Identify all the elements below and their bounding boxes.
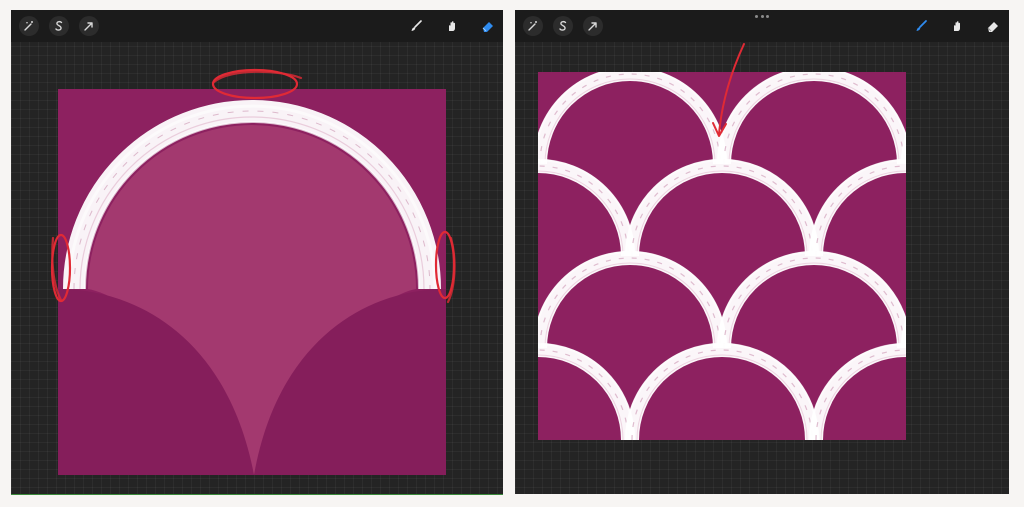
top-toolbar — [11, 10, 503, 42]
procreate-canvas-panel-right — [515, 10, 1009, 494]
transform-arrow-icon[interactable] — [79, 16, 99, 36]
brush-icon[interactable] — [406, 16, 426, 36]
procreate-canvas-panel-left — [11, 10, 503, 495]
smudge-icon[interactable] — [442, 16, 462, 36]
eraser-icon[interactable] — [478, 16, 498, 36]
artwork-canvas[interactable] — [58, 89, 446, 475]
scale-pattern-artwork — [58, 89, 446, 475]
scale-pattern-artwork — [538, 72, 906, 440]
magic-wand-icon[interactable] — [19, 16, 39, 36]
selection-s-icon[interactable] — [49, 16, 69, 36]
brush-icon[interactable] — [911, 16, 931, 36]
more-dots-icon[interactable] — [755, 12, 769, 20]
top-toolbar — [515, 10, 1009, 42]
smudge-icon[interactable] — [947, 16, 967, 36]
magic-wand-icon[interactable] — [523, 16, 543, 36]
eraser-icon[interactable] — [983, 16, 1003, 36]
artwork-canvas[interactable] — [538, 72, 906, 440]
selection-s-icon[interactable] — [553, 16, 573, 36]
transform-arrow-icon[interactable] — [583, 16, 603, 36]
